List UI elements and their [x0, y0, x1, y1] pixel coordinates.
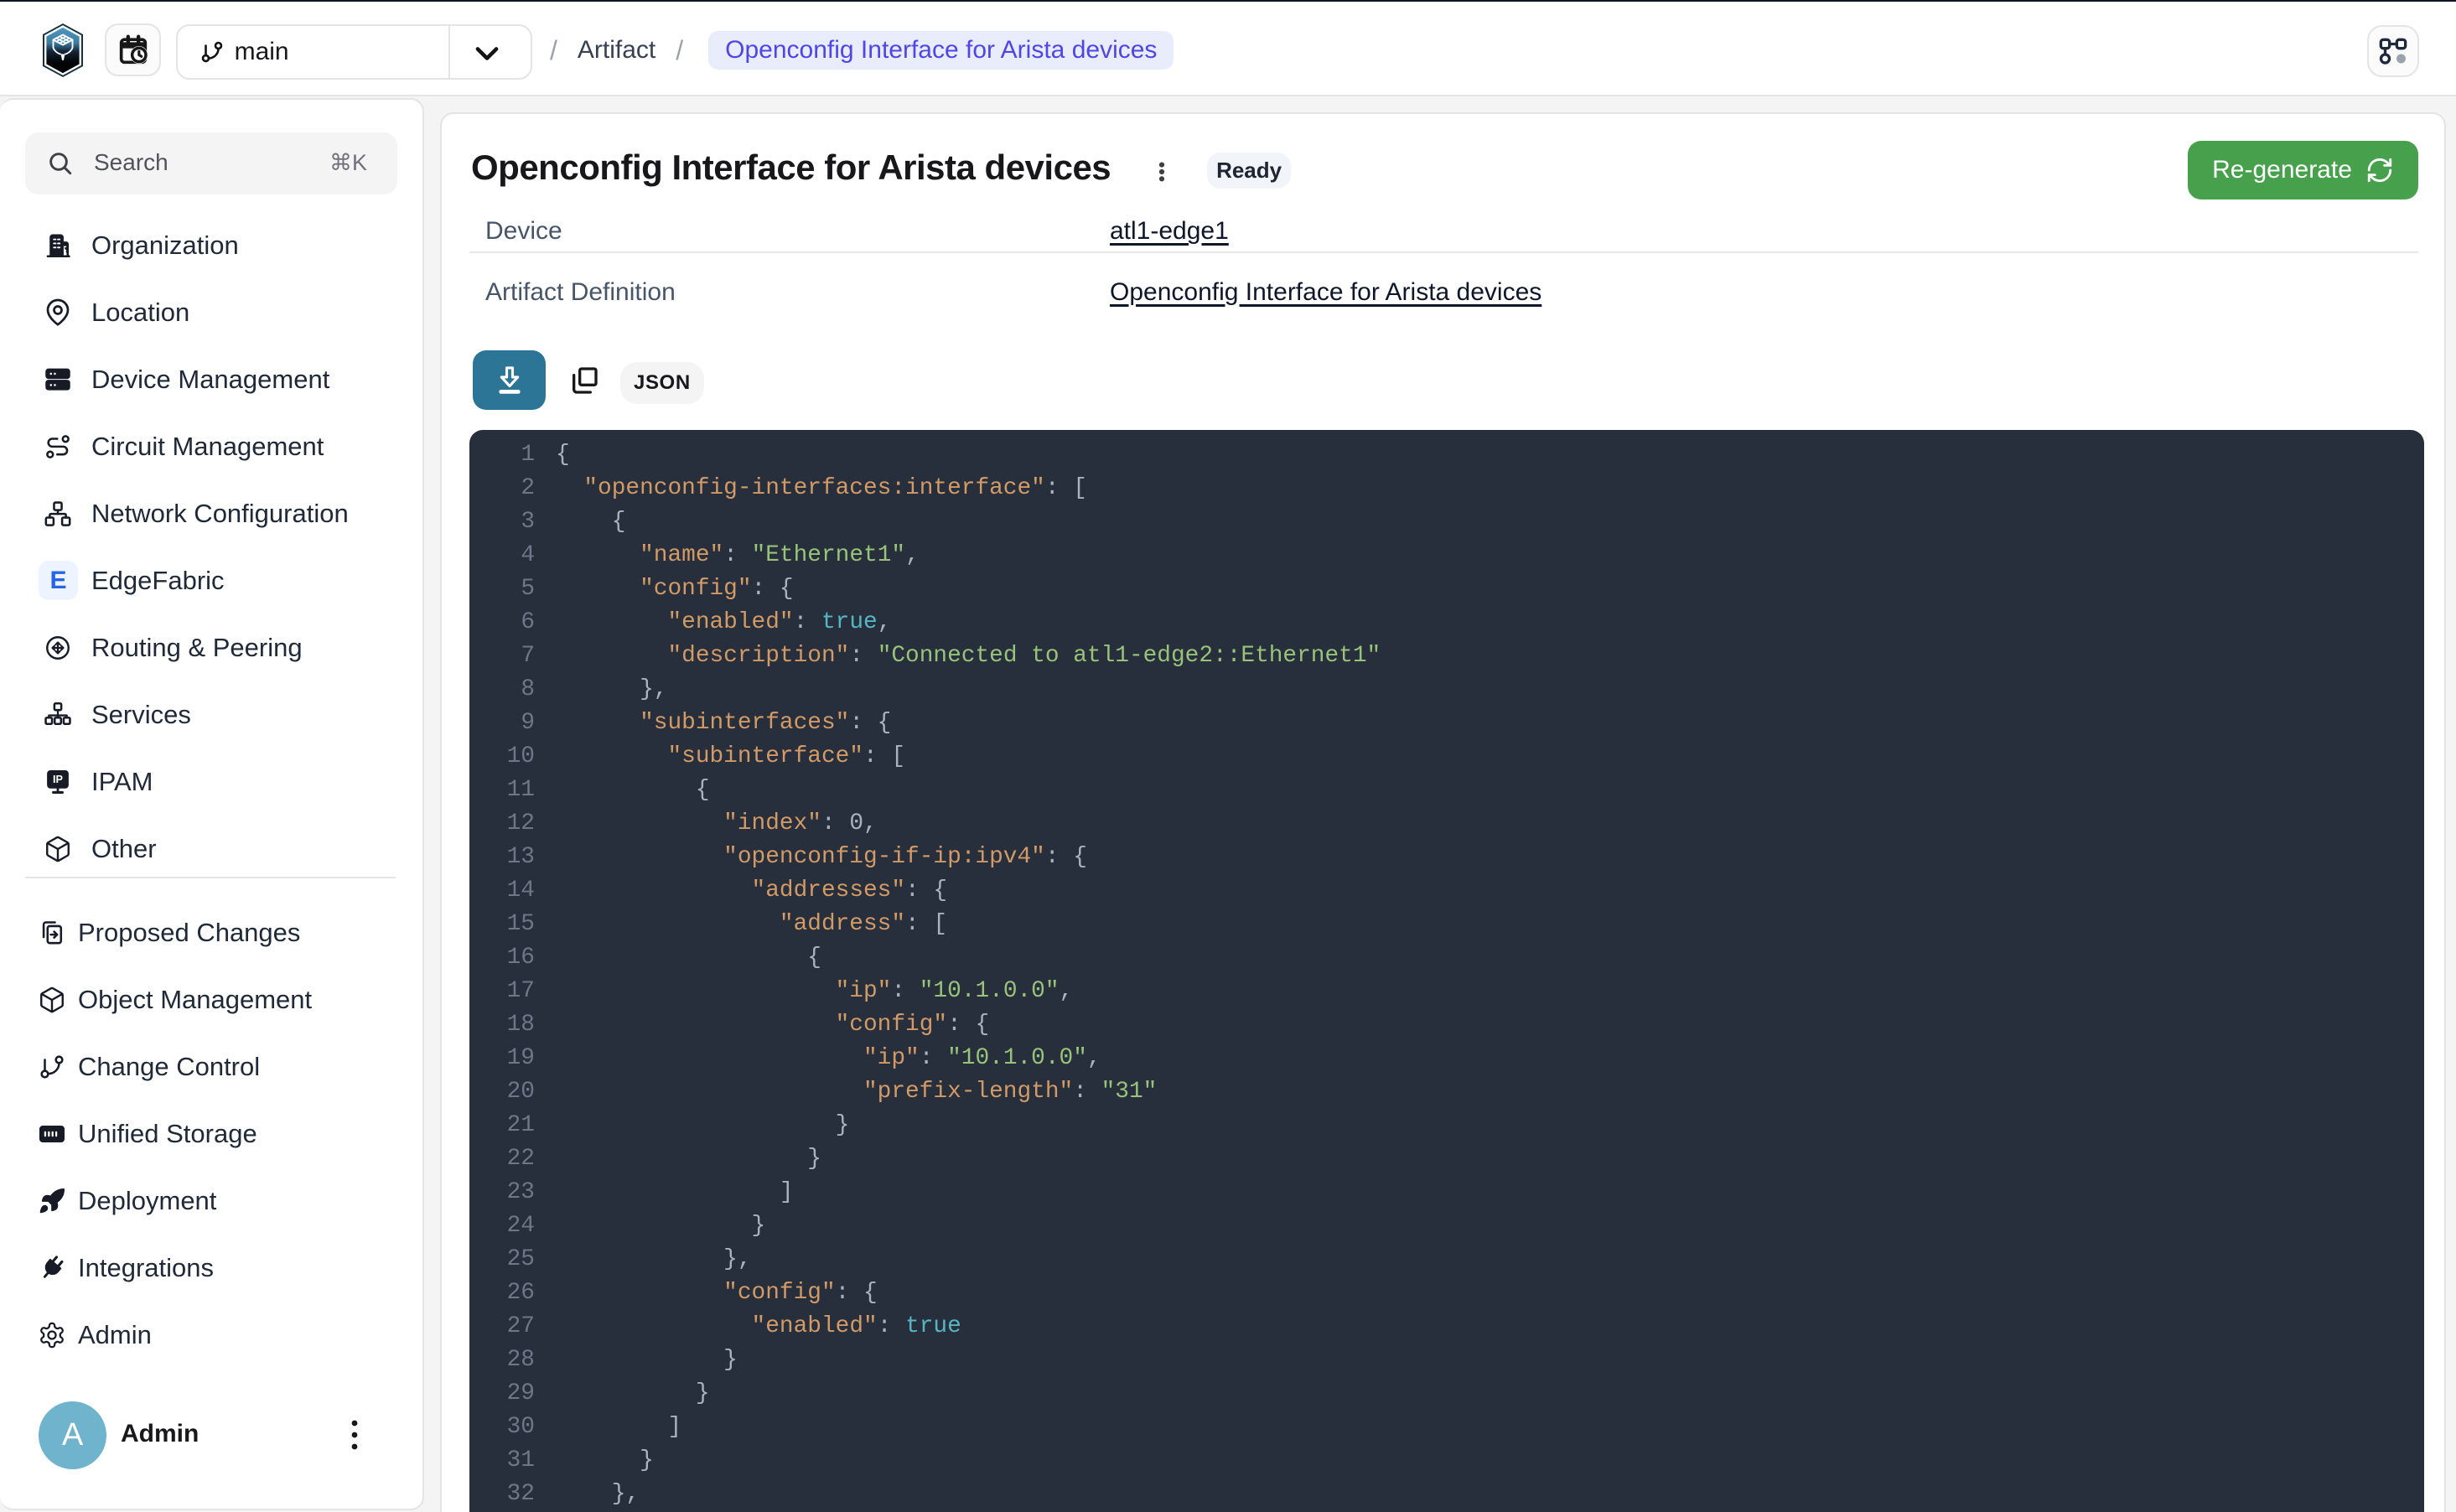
svg-text:IP: IP	[53, 773, 64, 785]
